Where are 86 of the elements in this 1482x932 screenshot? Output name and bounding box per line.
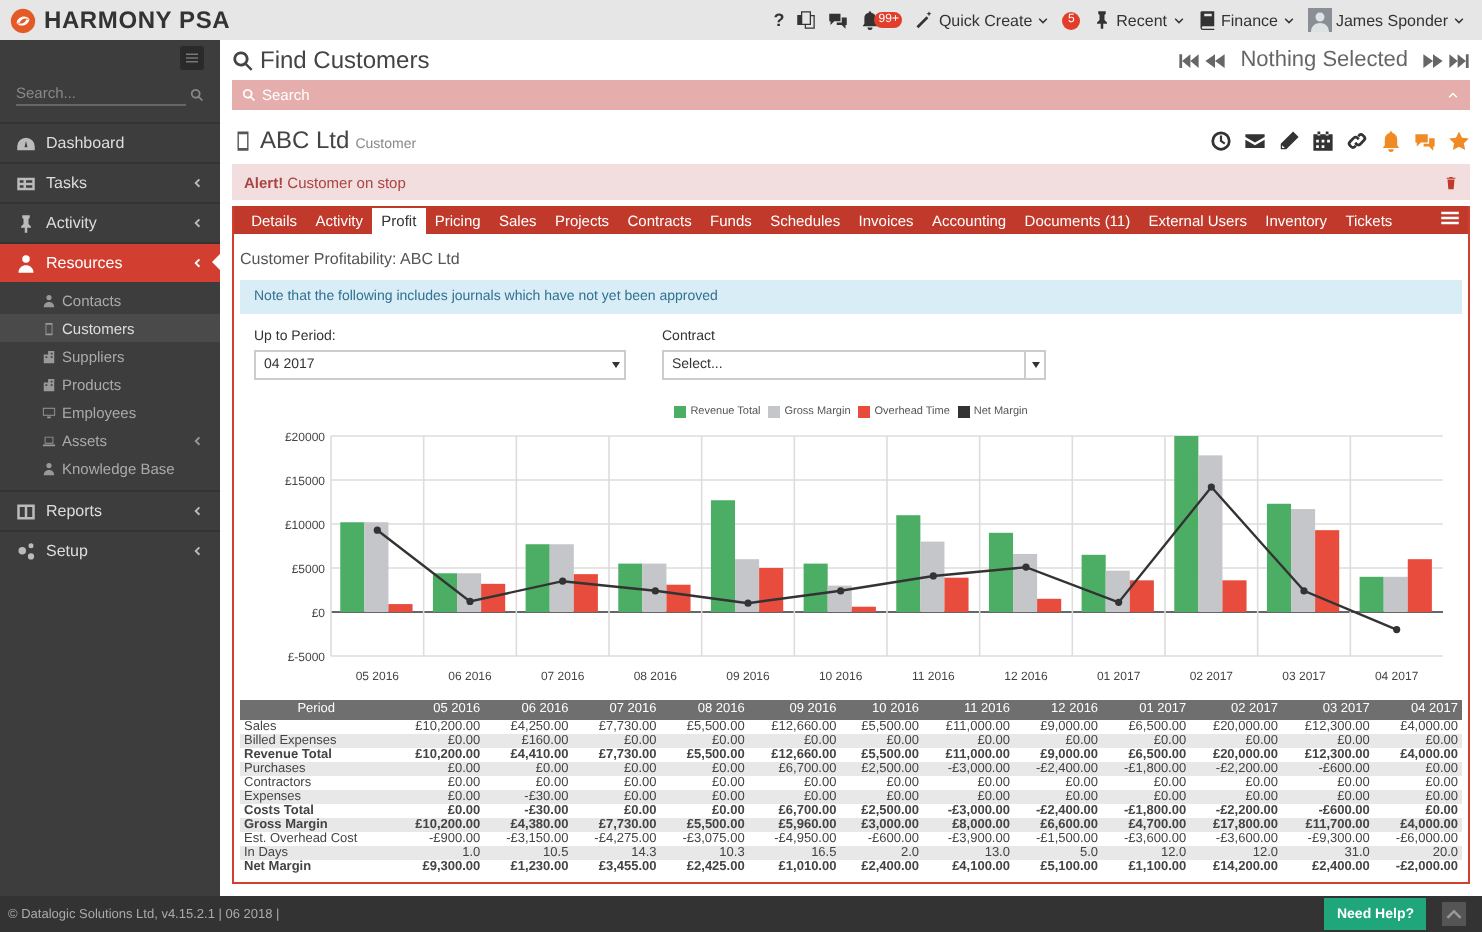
- person-icon: [42, 293, 56, 307]
- line-point: [373, 526, 381, 534]
- chevron-down-icon: [1281, 13, 1296, 27]
- chart-bar: [1081, 554, 1106, 612]
- chart-bar: [457, 573, 482, 612]
- sidebar-item[interactable]: Resources: [0, 242, 220, 282]
- line-point: [1207, 483, 1215, 491]
- avatar-icon: [1307, 6, 1332, 34]
- sidebar-item[interactable]: Setup: [0, 530, 220, 570]
- search-icon: [242, 88, 256, 102]
- chart-bar: [896, 515, 921, 612]
- selection-status: Nothing Selected: [1240, 48, 1408, 72]
- chart-bar: [618, 563, 643, 612]
- chevron-down-icon: [1036, 13, 1051, 27]
- link-icon[interactable]: [1346, 129, 1368, 151]
- person-icon: [42, 461, 56, 475]
- pin-icon: [16, 213, 36, 233]
- wand-icon: [914, 10, 935, 30]
- person-icon: [16, 253, 36, 273]
- line-point: [1022, 563, 1030, 571]
- laptop-icon: [42, 433, 56, 447]
- user-menu[interactable]: James Sponder: [1307, 6, 1466, 34]
- grid-icon: [16, 173, 36, 193]
- chevron-down-icon: [1452, 13, 1466, 27]
- section-title: Customer Profitability: ABC Ltd: [240, 250, 462, 268]
- pencil-icon[interactable]: [1278, 129, 1300, 151]
- menu-icon[interactable]: [1440, 208, 1460, 228]
- line-point: [1115, 598, 1123, 606]
- copy-icon[interactable]: [796, 10, 817, 30]
- line-point: [929, 572, 937, 580]
- sidebar-item[interactable]: Reports: [0, 490, 220, 530]
- last-record-icon[interactable]: [1448, 49, 1470, 71]
- monitor-icon: [42, 405, 56, 419]
- chart-bar: [988, 532, 1014, 612]
- logo-icon: [10, 7, 36, 33]
- dropdown-arrow-icon: [611, 362, 619, 368]
- chevron-up-icon: [1446, 88, 1460, 102]
- chart-bar: [1359, 576, 1384, 612]
- envelope-icon[interactable]: [1244, 129, 1266, 151]
- pin-icon: [1092, 10, 1113, 30]
- chart-bar: [340, 522, 365, 612]
- help-link[interactable]: ?: [773, 10, 785, 30]
- chart-bar: [1315, 530, 1340, 612]
- sidebar-item[interactable]: Dashboard: [0, 122, 220, 162]
- chart-bar: [1291, 509, 1316, 612]
- line-point: [559, 577, 567, 585]
- line-point: [1393, 626, 1401, 634]
- previous-record-icon[interactable]: [1204, 49, 1227, 71]
- chart-bar: [759, 568, 784, 612]
- quick-create-menu[interactable]: Quick Create: [914, 10, 1051, 30]
- columns-icon: [16, 501, 36, 521]
- line-point: [651, 587, 659, 595]
- chevron-down-icon: [1171, 13, 1185, 27]
- building-icon: [42, 377, 56, 391]
- tablet-icon: [232, 129, 254, 151]
- line-point: [1300, 587, 1308, 595]
- chart-bar: [1266, 503, 1292, 612]
- finance-menu[interactable]: Finance: [1197, 10, 1296, 30]
- tablet-icon: [42, 321, 56, 335]
- chart-bar: [481, 583, 506, 612]
- app-name: HARMONY PSA: [44, 6, 231, 34]
- clock-icon[interactable]: [1210, 129, 1232, 151]
- chart-bar: [525, 544, 550, 612]
- line-point: [837, 587, 845, 595]
- chat-icon[interactable]: [828, 10, 849, 30]
- menu-toggle-icon[interactable]: [180, 46, 204, 70]
- line-point: [466, 597, 474, 606]
- search-icon: [232, 49, 254, 71]
- recent-menu[interactable]: Recent: [1092, 10, 1185, 30]
- calendar-icon[interactable]: [1312, 129, 1334, 151]
- next-record-icon[interactable]: [1422, 49, 1444, 71]
- book-icon: [1197, 10, 1217, 30]
- line-point: [744, 599, 752, 607]
- record-name: ABC Ltd: [260, 126, 350, 154]
- dropdown-arrow-icon: [1031, 362, 1039, 368]
- scroll-top-icon[interactable]: [1442, 902, 1466, 926]
- star-icon[interactable]: [1448, 129, 1470, 151]
- chart-bar: [432, 573, 458, 612]
- first-record-icon[interactable]: [1178, 49, 1201, 71]
- search-icon: [190, 88, 204, 102]
- building-icon: [42, 349, 56, 363]
- gears-icon: [16, 541, 36, 561]
- trash-icon[interactable]: [1444, 175, 1458, 189]
- gauge-icon: [16, 133, 36, 153]
- sidebar-item[interactable]: Tasks: [0, 162, 220, 202]
- page-title: Find Customers: [260, 46, 430, 74]
